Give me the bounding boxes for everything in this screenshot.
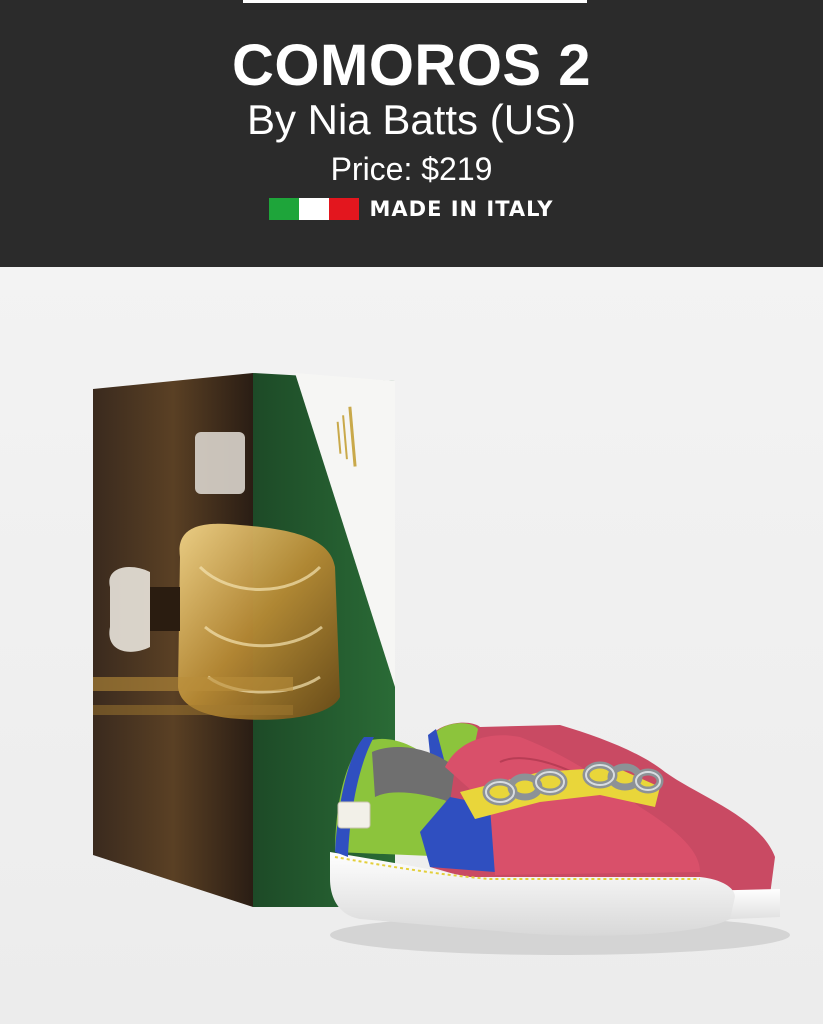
made-in-label: MADE IN ITALY [369,197,554,221]
product-image [0,267,823,1024]
product-price: Price: $219 [330,151,493,187]
candle [195,432,245,494]
heel-label [337,801,371,829]
product-title: COMOROS 2 [232,33,591,98]
top-tab-strip [243,0,587,3]
made-in-badge: MADE IN ITALY [0,195,823,223]
product-illustration [93,373,780,936]
shoe [330,722,780,936]
italy-flag-icon [269,198,360,220]
designer-byline: By Nia Batts (US) [246,96,577,143]
product-header: COMOROS 2 By Nia Batts (US) Price: $219 … [0,0,823,267]
